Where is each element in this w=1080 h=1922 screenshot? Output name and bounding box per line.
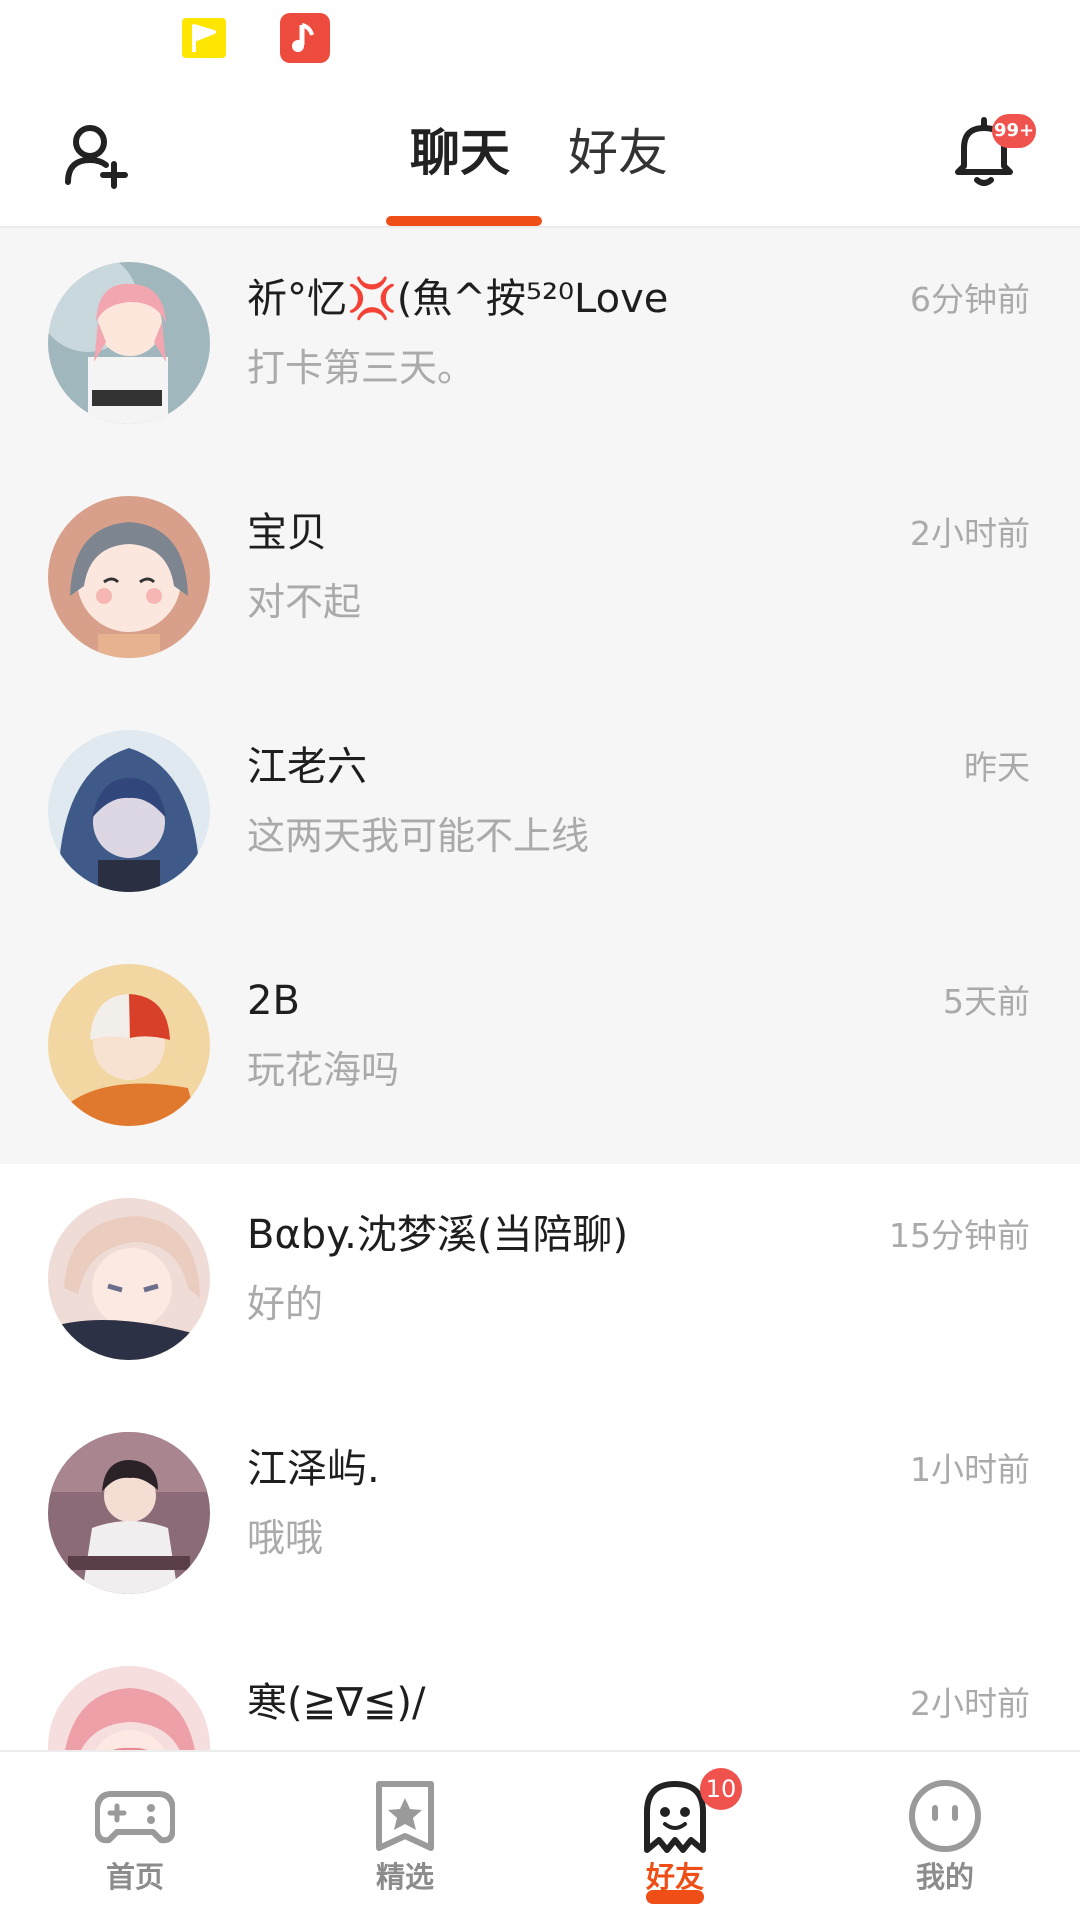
chat-name: 寒(≧∇≦)/: [247, 1680, 426, 1726]
chat-row[interactable]: 江泽屿. 哦哦 1小时前: [0, 1398, 1080, 1632]
music-app-icon: [280, 13, 330, 63]
avatar: [48, 1198, 210, 1360]
avatar: [48, 1432, 210, 1594]
notification-badge: 99+: [992, 114, 1037, 148]
status-bar: [0, 0, 1080, 80]
flag-notification-icon: [182, 18, 226, 58]
chat-row[interactable]: 寒(≧∇≦)/ 2小时前: [0, 1632, 1080, 1750]
chat-last-message: 哦哦: [247, 1516, 324, 1560]
nav-home[interactable]: 首页: [0, 1752, 270, 1922]
chat-time: 昨天: [964, 748, 1030, 787]
bottom-navigation: 首页 精选 10 好友 我的: [0, 1750, 1080, 1922]
chat-time: 5天前: [943, 982, 1030, 1021]
chat-row[interactable]: 祈°忆💢(魚^按⁵²⁰Love 打卡第三天。 6分钟前: [0, 228, 1080, 462]
chat-last-message: 玩花海吗: [247, 1048, 400, 1092]
chat-time: 1小时前: [910, 1450, 1030, 1489]
chat-last-message: 打卡第三天。: [247, 346, 476, 390]
nav-label: 我的: [915, 1860, 974, 1894]
chat-name: Bαby.沈梦溪(当陪聊): [247, 1212, 629, 1258]
chat-last-message: 对不起: [247, 580, 362, 624]
avatar: [48, 964, 210, 1126]
chat-last-message: 好的: [247, 1282, 324, 1326]
chat-time: 2小时前: [910, 1684, 1030, 1723]
avatar: [48, 730, 210, 892]
chat-row[interactable]: Bαby.沈梦溪(当陪聊) 好的 15分钟前: [0, 1164, 1080, 1398]
nav-label: 首页: [105, 1860, 164, 1894]
avatar: [48, 1666, 210, 1750]
active-tab-indicator: [386, 216, 542, 226]
face-icon: [905, 1778, 985, 1854]
add-friend-icon[interactable]: [62, 120, 132, 190]
gamepad-icon: [94, 1778, 176, 1854]
chat-row[interactable]: 宝贝 对不起 2小时前: [0, 462, 1080, 696]
top-header: 聊天 好友 99+: [0, 80, 1080, 228]
tab-chat[interactable]: 聊天: [410, 118, 510, 188]
active-nav-indicator: [646, 1890, 704, 1904]
avatar: [48, 496, 210, 658]
star-bookmark-icon: [365, 1778, 445, 1854]
nav-label: 精选: [375, 1860, 434, 1894]
chat-list: 祈°忆💢(魚^按⁵²⁰Love 打卡第三天。 6分钟前 宝贝 对不起 2小时前: [0, 228, 1080, 1750]
chat-row[interactable]: 2B 玩花海吗 5天前: [0, 930, 1080, 1164]
chat-name: 宝贝: [247, 510, 327, 556]
chat-time: 15分钟前: [889, 1216, 1030, 1255]
chat-row[interactable]: 江老六 这两天我可能不上线 昨天: [0, 696, 1080, 930]
tab-friends[interactable]: 好友: [568, 118, 668, 188]
nav-me[interactable]: 我的: [810, 1752, 1080, 1922]
chat-name: 2B: [247, 978, 300, 1024]
chat-name: 祈°忆💢(魚^按⁵²⁰Love: [247, 276, 669, 322]
chat-name: 江泽屿.: [247, 1446, 380, 1492]
chat-last-message: 这两天我可能不上线: [247, 814, 590, 858]
friends-badge: 10: [700, 1768, 742, 1810]
nav-featured[interactable]: 精选: [270, 1752, 540, 1922]
chat-name: 江老六: [247, 744, 367, 790]
nav-friends[interactable]: 10 好友: [540, 1752, 810, 1922]
chat-time: 2小时前: [910, 514, 1030, 553]
avatar: [48, 262, 210, 424]
chat-time: 6分钟前: [910, 280, 1030, 319]
